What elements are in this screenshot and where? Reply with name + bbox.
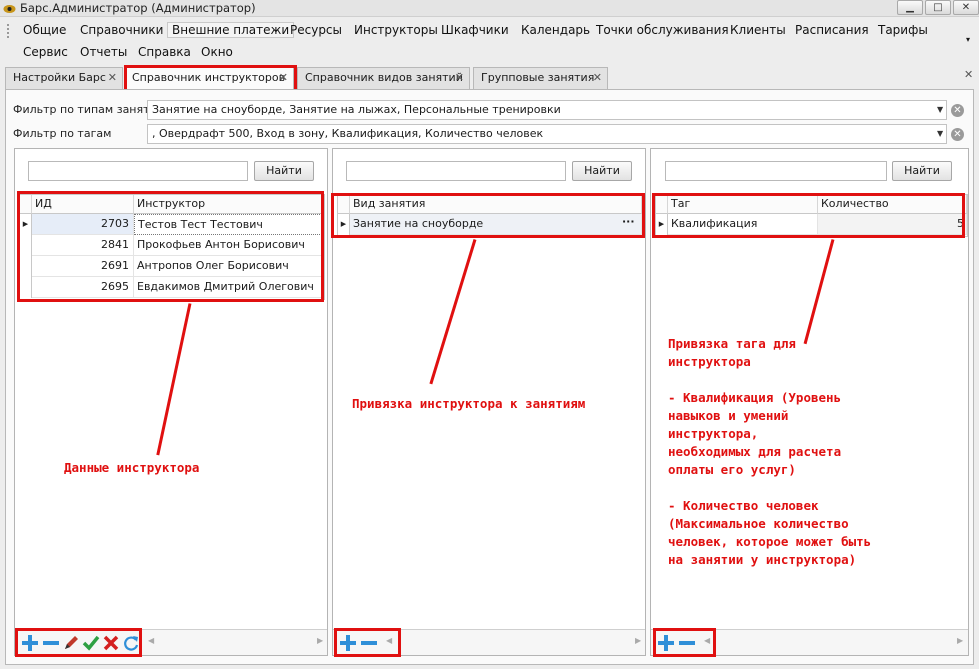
annotation-box-tab (124, 65, 297, 92)
close-window-button[interactable]: ✕ (953, 0, 979, 15)
annotation-box-lessons (331, 193, 645, 238)
clear-icon[interactable]: ✕ (951, 128, 964, 141)
menu-lockers[interactable]: Шкафчики (441, 23, 509, 37)
filter-type-label: Фильтр по типам занятий (13, 103, 164, 116)
tab-lesson-types-directory[interactable]: Справочник видов занятий ✕ (297, 67, 470, 89)
menu-service-points[interactable]: Точки обслуживания (596, 23, 729, 37)
menu-resources[interactable]: Ресурсы (290, 23, 342, 37)
lesson-search-input[interactable] (346, 161, 566, 181)
menu-external-payments[interactable]: Внешние платежи (167, 22, 295, 38)
menu-tariffs[interactable]: Тарифы (878, 23, 928, 37)
close-icon[interactable]: ✕ (108, 68, 117, 88)
filter-type-value: Занятие на сноуборде, Занятие на лыжах, … (152, 103, 561, 116)
close-icon[interactable]: ✕ (593, 68, 602, 88)
dropdown-arrow-icon[interactable]: ▼ (937, 129, 943, 138)
annotation-lesson-binding: Привязка инструктора к занятиям (352, 396, 586, 411)
filter-tag-combobox[interactable]: , Овердрафт 500, Вход в зону, Квалификац… (147, 124, 947, 144)
menu-overflow-icon[interactable]: ▾ (966, 35, 970, 44)
menu-calendar[interactable]: Календарь (521, 23, 590, 37)
annotation-box-instructors (17, 191, 324, 302)
clear-icon[interactable]: ✕ (951, 104, 964, 117)
menu-schedules[interactable]: Расписания (795, 23, 869, 37)
annotation-box-tags (652, 193, 965, 238)
scroll-right-icon[interactable]: ▶ (635, 636, 641, 645)
tab-group-lessons[interactable]: Групповые занятия ✕ (473, 67, 608, 89)
annotation-box-tags-toolbar (653, 628, 716, 657)
filter-tag-value: , Овердрафт 500, Вход в зону, Квалификац… (152, 127, 544, 140)
menu-grip (7, 24, 10, 38)
tab-label: Настройки Барс (13, 71, 106, 84)
menu-general[interactable]: Общие (23, 23, 66, 37)
menu-instructors[interactable]: Инструкторы (354, 23, 438, 37)
annotation-instructor-data: Данные инструктора (64, 460, 200, 475)
menu-directories[interactable]: Справочники (80, 23, 163, 37)
minimize-button[interactable]: ▁ (897, 0, 923, 15)
maximize-button[interactable]: □ (925, 0, 951, 15)
app-logo-icon (3, 5, 16, 13)
instructor-search-button[interactable]: Найти (254, 161, 314, 181)
scroll-left-icon[interactable]: ◀ (148, 636, 154, 645)
lesson-search-button[interactable]: Найти (572, 161, 632, 181)
window-title: Барс.Администратор (Администратор) (20, 1, 256, 15)
tag-search-button[interactable]: Найти (892, 161, 952, 181)
filter-tag-label: Фильтр по тагам (13, 127, 112, 140)
menu-clients[interactable]: Клиенты (730, 23, 786, 37)
tab-label: Групповые занятия (481, 71, 595, 84)
menu-window[interactable]: Окно (201, 45, 233, 59)
menu-help[interactable]: Справка (138, 45, 191, 59)
title-bar: Барс.Администратор (Администратор) ▁ □ ✕ (0, 0, 979, 17)
annotation-tag-binding: Привязка тага для инструктора - Квалифик… (668, 336, 872, 567)
filter-type-combobox[interactable]: Занятие на сноуборде, Занятие на лыжах, … (147, 100, 947, 120)
close-all-icon[interactable]: ✕ (964, 68, 973, 81)
scroll-right-icon[interactable]: ▶ (957, 636, 963, 645)
tab-bars-settings[interactable]: Настройки Барс ✕ (5, 67, 123, 89)
tag-search-input[interactable] (665, 161, 887, 181)
menu-service[interactable]: Сервис (23, 45, 68, 59)
annotation-box-lessons-toolbar (334, 628, 401, 657)
tab-label: Справочник видов занятий (305, 71, 463, 84)
annotation-box-instructors-toolbar (15, 628, 142, 657)
menu-reports[interactable]: Отчеты (80, 45, 127, 59)
dropdown-arrow-icon[interactable]: ▼ (937, 105, 943, 114)
instructor-search-input[interactable] (28, 161, 248, 181)
close-icon[interactable]: ✕ (455, 68, 464, 88)
scroll-right-icon[interactable]: ▶ (317, 636, 323, 645)
